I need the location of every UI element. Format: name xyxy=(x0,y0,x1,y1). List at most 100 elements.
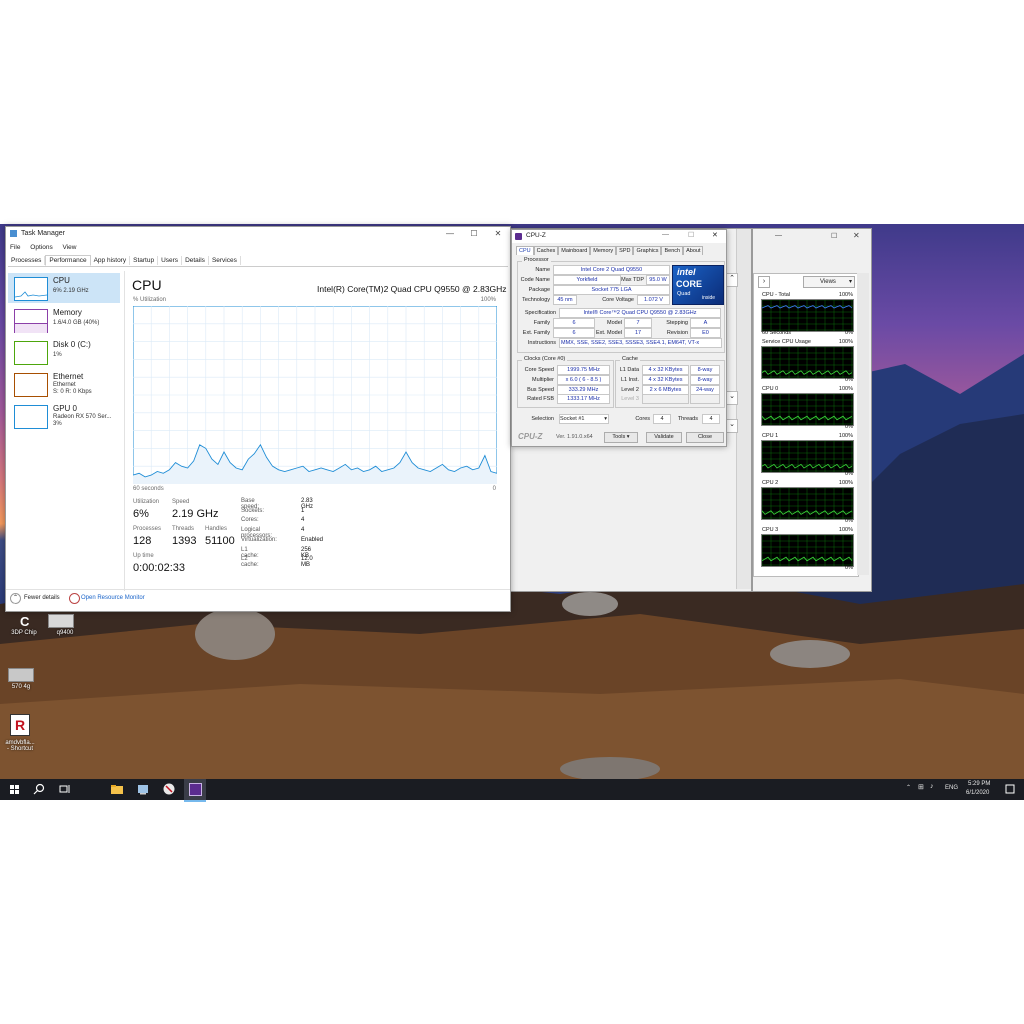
instructions: MMX, SSE, SSE2, SSE3, SSSE3, SSE4.1, EM6… xyxy=(559,338,722,348)
tab-spd[interactable]: SPD xyxy=(616,246,634,255)
group-title: Clocks (Core #0) xyxy=(522,356,568,362)
desktop-icon-label: 3DP Chip xyxy=(11,630,37,636)
close-button[interactable]: Close xyxy=(686,432,724,443)
graph-max: 100% xyxy=(838,527,853,533)
views-button[interactable]: Views ▾ xyxy=(803,276,855,288)
tab-users[interactable]: Users xyxy=(158,256,183,265)
desktop-icon-q9400[interactable]: q9400 xyxy=(46,614,80,644)
notification-icon[interactable] xyxy=(1003,782,1017,796)
tab-bench[interactable]: Bench xyxy=(661,246,684,255)
menu-options[interactable]: Options xyxy=(30,244,52,251)
maximize-icon[interactable]: ☐ xyxy=(831,232,839,240)
tab-startup[interactable]: Startup xyxy=(130,256,159,265)
validate-button[interactable]: Validate xyxy=(646,432,682,443)
graph-title: CPU 0 xyxy=(762,386,779,392)
detail-label: Cores: xyxy=(241,517,259,524)
minimize-icon[interactable]: — xyxy=(662,231,669,238)
minimize-icon[interactable]: — xyxy=(775,232,783,240)
level-3-way xyxy=(690,394,720,404)
tab-graphics[interactable]: Graphics xyxy=(633,246,662,255)
title-bar[interactable]: Task Manager — ☐ ✕ xyxy=(6,227,510,241)
chevron-up-icon[interactable]: ⌃ xyxy=(906,784,911,791)
desktop-icon-3dp-chip[interactable]: ODI C 3DP Chip xyxy=(8,602,42,636)
cpuz-taskbar-button[interactable] xyxy=(184,779,206,802)
language-indicator[interactable]: ENG xyxy=(945,785,958,791)
tab-details[interactable]: Details xyxy=(182,256,209,265)
clock-date[interactable]: 6/1/2020 xyxy=(966,790,989,796)
socket-select[interactable]: Socket #1 ▾ xyxy=(559,414,609,424)
sidebar-item-disk[interactable]: Disk 0 (C:) 1% xyxy=(8,337,120,367)
amd-r-icon: R xyxy=(10,714,30,736)
cpuz-version: Ver. 1.91.0.x64 xyxy=(556,434,593,440)
memory-thumbnail xyxy=(14,309,48,333)
sidebar-item-memory[interactable]: Memory 1.6/4.0 GB (40%) xyxy=(8,305,120,335)
l1-inst: 4 x 32 KBytes xyxy=(642,375,689,385)
cpu-thumbnail xyxy=(14,277,48,301)
core-voltage: 1.072 V xyxy=(637,295,670,305)
tab-caches[interactable]: Caches xyxy=(533,246,559,255)
menu-file[interactable]: File xyxy=(10,244,20,251)
tab-cpu[interactable]: CPU xyxy=(516,246,534,255)
image-file-icon xyxy=(48,614,74,628)
code-name: Yorkfield xyxy=(553,275,621,285)
close-icon[interactable]: ✕ xyxy=(853,231,861,240)
fewer-details-link[interactable]: Fewer details xyxy=(24,595,60,601)
processes-label: Processes xyxy=(133,526,162,532)
gpu-thumbnail xyxy=(14,405,48,429)
tools-button[interactable]: Tools ▾ xyxy=(604,432,638,443)
chevron-down-icon[interactable]: ⌄ xyxy=(726,391,738,405)
tab-performance[interactable]: Performance xyxy=(45,255,91,266)
maximize-icon[interactable]: ☐ xyxy=(462,227,486,241)
menu-view[interactable]: View xyxy=(63,244,77,251)
desktop-icon-label: q9400 xyxy=(56,630,74,636)
file-explorer-icon[interactable] xyxy=(110,782,124,796)
chevron-down-icon[interactable]: ⌄ xyxy=(726,419,738,433)
speaker-icon[interactable]: ♪ xyxy=(930,783,934,790)
desktop-icon-570-4g[interactable]: 570 4g xyxy=(6,668,36,698)
sidebar-item-gpu[interactable]: GPU 0 Radeon RX 570 Ser... 3% xyxy=(8,401,120,431)
window-title: CPU-Z xyxy=(526,232,546,239)
field-label: Multiplier xyxy=(531,377,554,383)
tab-processes[interactable]: Processes xyxy=(8,256,46,265)
search-icon[interactable] xyxy=(32,782,46,796)
chevron-up-icon[interactable]: ⌃ xyxy=(726,273,738,287)
speed-value: 2.19 GHz xyxy=(172,508,219,520)
desktop-icon-amdvbflash[interactable]: R amdvbfla... - Shortcut xyxy=(4,714,38,758)
close-icon[interactable]: ✕ xyxy=(486,227,510,241)
tab-about[interactable]: About xyxy=(683,246,704,255)
sidebar-item-ethernet[interactable]: Ethernet Ethernet S: 0 R: 0 Kbps xyxy=(8,369,120,399)
close-icon[interactable]: ✕ xyxy=(712,231,718,239)
tab-app-history[interactable]: App history xyxy=(91,256,131,265)
scrollbar[interactable] xyxy=(857,273,869,575)
multiplier: x 6.0 ( 6 - 8.5 ) xyxy=(557,375,610,385)
sidebar-item-sub: Ethernet xyxy=(53,382,76,388)
field-label: Package xyxy=(528,287,550,293)
minimize-icon[interactable]: — xyxy=(438,227,462,241)
utilization-value: 6% xyxy=(133,508,149,520)
sidebar-item-cpu[interactable]: CPU 6% 2.19 GHz xyxy=(8,273,120,303)
detail-value: 4 xyxy=(301,527,305,534)
graph-max: 100% xyxy=(838,292,853,298)
windows-start-icon[interactable] xyxy=(8,782,22,796)
cpuz-app-icon xyxy=(189,783,202,796)
performance-sidebar: CPU 6% 2.19 GHz Memory 1.6/4.0 GB (40%) … xyxy=(8,271,120,591)
tab-services[interactable]: Services xyxy=(209,256,241,265)
clock-time[interactable]: 5:29 PM xyxy=(968,781,990,787)
processor-name: Intel Core 2 Quad Q9550 xyxy=(553,265,670,275)
resource-graph xyxy=(761,534,854,567)
field-label: Cores xyxy=(635,416,650,422)
tab-mainboard[interactable]: Mainboard xyxy=(558,246,591,255)
open-resource-monitor-link[interactable]: Open Resource Monitor xyxy=(81,595,145,601)
network-icon[interactable]: ⊞ xyxy=(918,783,924,791)
task-view-icon[interactable] xyxy=(58,782,72,796)
network-app-icon[interactable] xyxy=(136,782,150,796)
field-label: Threads xyxy=(677,416,698,422)
title-bar[interactable]: CPU-Z — ☐ ✕ xyxy=(512,230,726,243)
graph-min: 0% xyxy=(845,471,853,477)
tab-memory[interactable]: Memory xyxy=(590,246,617,255)
browser-icon[interactable] xyxy=(162,782,176,796)
max-tdp: 95.0 W xyxy=(646,275,670,285)
graph-title: CPU 1 xyxy=(762,433,779,439)
expand-icon[interactable]: › xyxy=(758,276,770,288)
scrollbar[interactable] xyxy=(736,229,751,589)
